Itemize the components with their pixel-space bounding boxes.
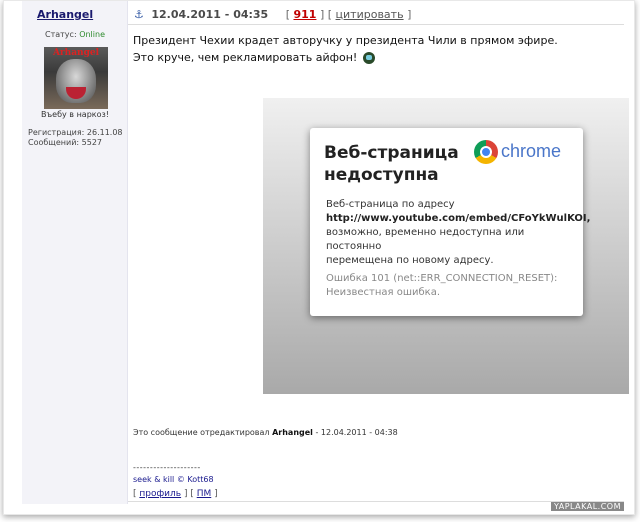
signature-divider: -------------------- — [133, 463, 201, 472]
pm-link[interactable]: ПМ — [197, 489, 212, 499]
anchor-icon[interactable]: ⚓ — [134, 8, 144, 21]
footer-divider — [128, 501, 624, 502]
post-message: Президент Чехии крадет авторучку у прези… — [133, 32, 558, 66]
error-body: Веб-страница по адресу http://www.youtub… — [326, 199, 590, 266]
cite-link[interactable]: цитировать — [336, 8, 404, 21]
avatar: Arhangel — [44, 47, 108, 109]
signature: seek & kill © Kott68 — [133, 475, 214, 484]
user-status: Статус: Online — [22, 30, 128, 39]
header-divider — [128, 24, 624, 25]
error-code: Ошибка 101 (net::ERR_CONNECTION_RESET): … — [326, 273, 558, 298]
profile-link[interactable]: профиль — [139, 489, 181, 499]
signature-link[interactable]: seek & kill © Kott68 — [133, 475, 214, 484]
bracket-open: [ — [327, 8, 333, 21]
status-online: Online — [79, 30, 105, 39]
smiley-icon — [363, 52, 376, 64]
error-url: http://www.youtube.com/embed/CFoYkWulKOI… — [326, 213, 590, 224]
bracket-close: ] — [319, 8, 325, 21]
avatar-title: Arhangel — [52, 48, 100, 58]
user-motto: Въебу в наркоз! — [41, 110, 109, 119]
post-header: ⚓ 12.04.2011 - 04:35 [ 911 ] [ цитироват… — [134, 8, 411, 21]
forum-post-frame: Arhangel ⚓ 12.04.2011 - 04:35 [ 911 ] [ … — [3, 0, 635, 515]
user-info: Регистрация: 26.11.08 Сообщений: 5527 — [28, 128, 123, 148]
message-count: Сообщений: 5527 — [28, 138, 102, 147]
error-title: Веб-страница недоступна — [324, 143, 459, 185]
username-link[interactable]: Arhangel — [37, 8, 93, 21]
chrome-logo-icon — [474, 140, 498, 164]
post-actions: [ профиль ] [ ПМ ] — [133, 489, 218, 499]
message-line: Президент Чехии крадет авторучку у прези… — [133, 34, 558, 47]
status-label: Статус: — [45, 30, 77, 39]
post-number-link[interactable]: 911 — [293, 8, 316, 21]
message-line: Это круче, чем рекламировать айфон! — [133, 49, 558, 66]
post-date: 12.04.2011 - 04:35 — [151, 8, 269, 21]
bracket-close: ] — [407, 8, 412, 21]
chrome-brand: chrome — [501, 141, 562, 161]
registration-date: Регистрация: 26.11.08 — [28, 128, 123, 137]
editor-name: Arhangel — [272, 428, 313, 437]
site-watermark: YAPLAKAL.COM — [550, 502, 624, 511]
bracket-open: [ — [285, 8, 290, 21]
chrome-error-card: Веб-страница недоступна chrome Веб-стран… — [310, 128, 590, 316]
edit-notice: Это сообщение отредактировал Arhangel - … — [133, 428, 398, 437]
